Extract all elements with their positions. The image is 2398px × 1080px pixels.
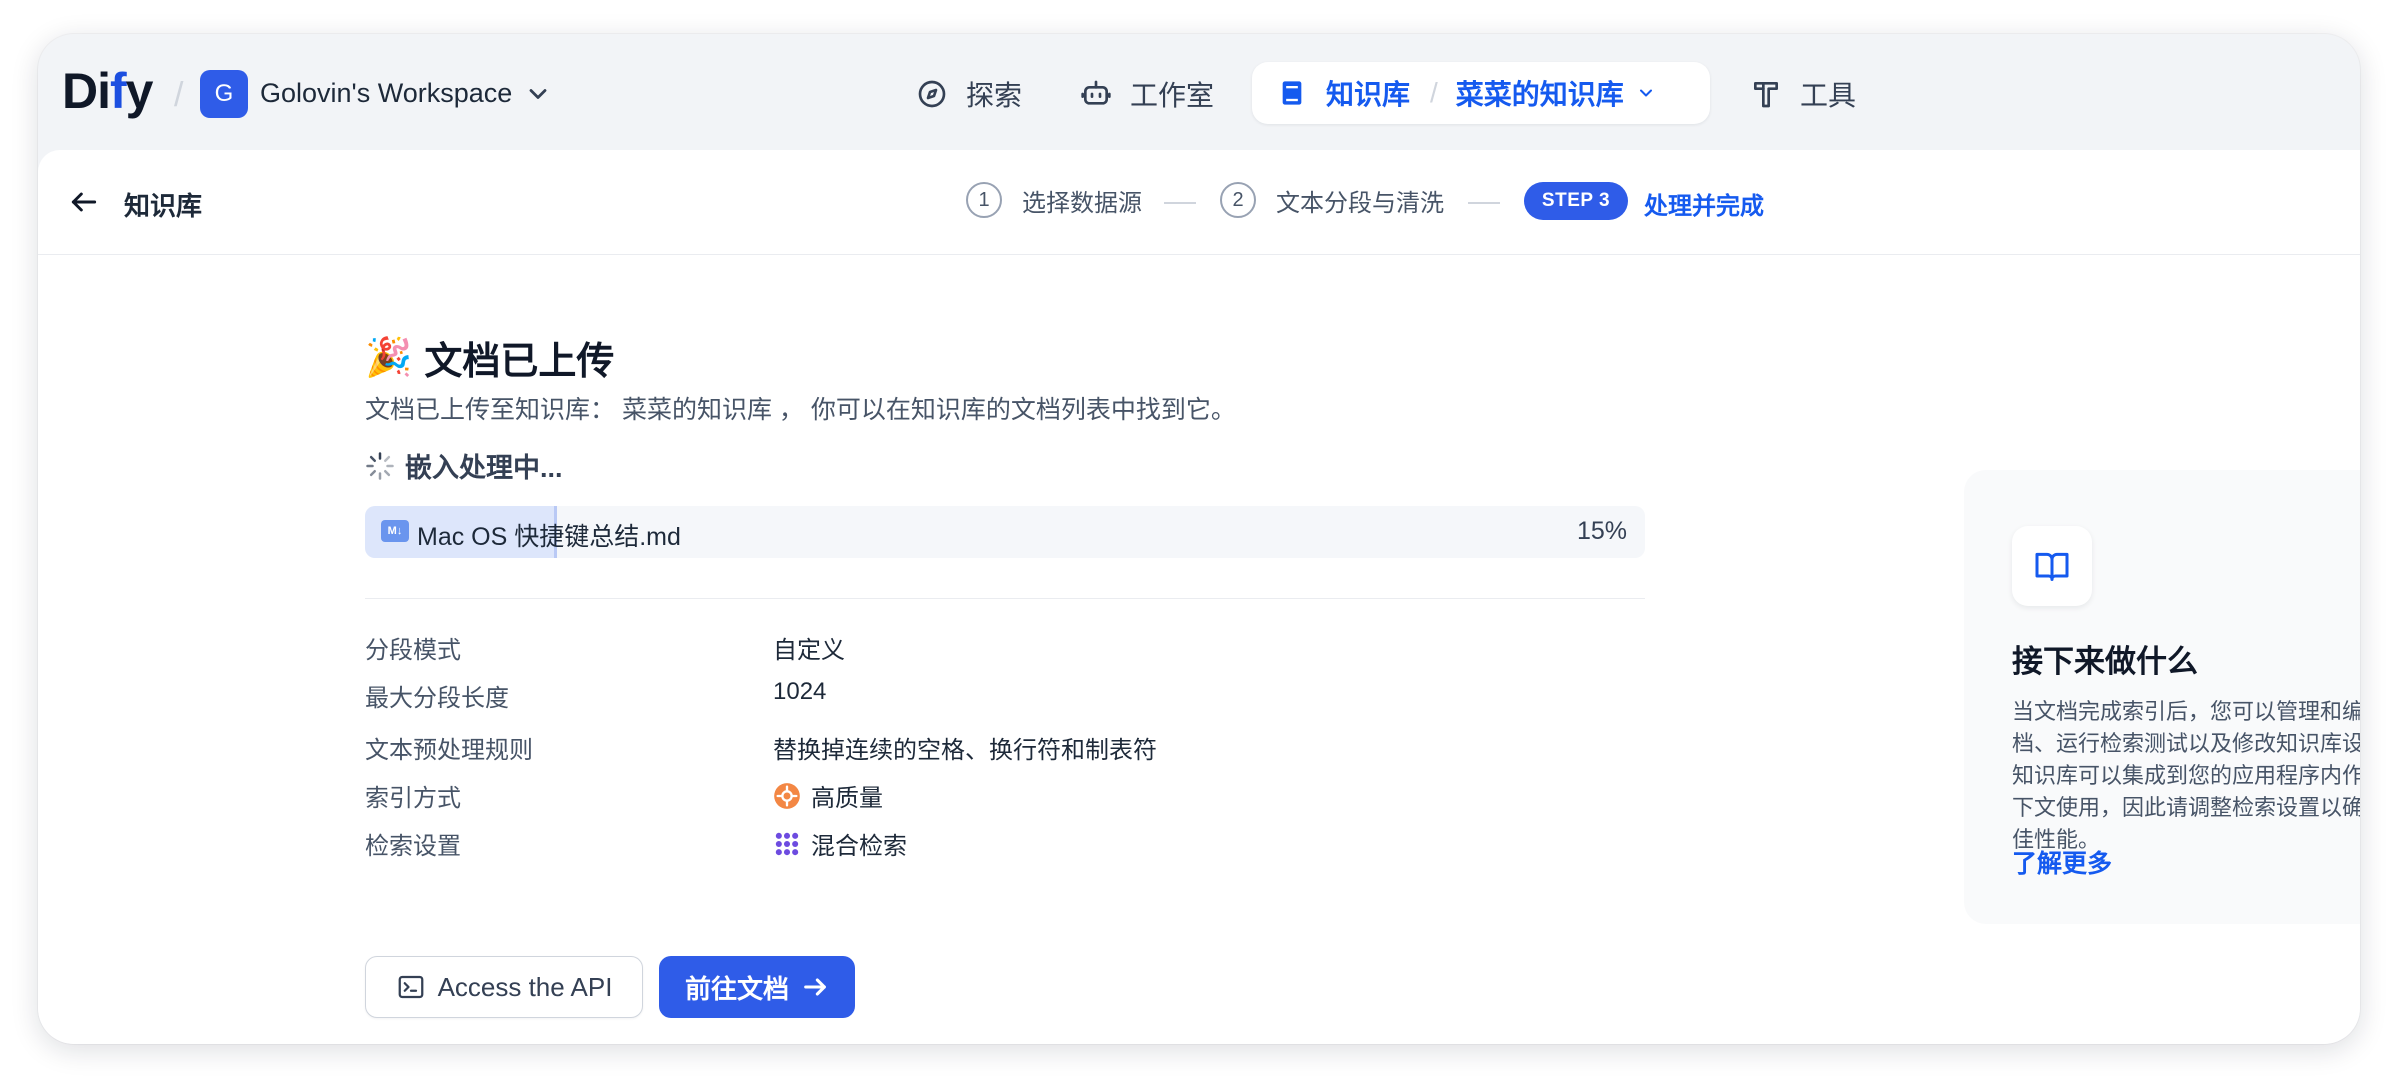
- nav-knowledge-label: 知识库: [1326, 79, 1411, 110]
- step-1: 1 选择数据源: [966, 182, 1142, 218]
- step-3-label: 处理并完成: [1644, 193, 1764, 220]
- access-api-label: Access the API: [437, 971, 613, 1002]
- info-label: 文本预处理规则: [365, 737, 533, 764]
- dify-logo[interactable]: Dify: [62, 62, 154, 120]
- info-value-text: 混合检索: [811, 833, 907, 860]
- divider: [365, 598, 1645, 599]
- info-value: 1024: [773, 678, 826, 706]
- file-name: Mac OS 快捷键总结.md: [417, 523, 681, 551]
- learn-more-link[interactable]: 了解更多: [2012, 844, 2112, 880]
- nav-knowledge[interactable]: 知识库 / 菜菜的知识库: [1252, 62, 1710, 124]
- step-2-label: 文本分段与清洗: [1276, 189, 1444, 217]
- page-title: 🎉 文档已上传: [365, 330, 614, 385]
- embedding-status-text: 嵌入处理中...: [405, 453, 563, 483]
- hammer-icon: [1754, 82, 1778, 108]
- go-to-documents-button[interactable]: 前往文档: [659, 956, 855, 1018]
- app-window: Dify / G Golovin's Workspace 探索 工作室 知识库 …: [38, 34, 2360, 1044]
- workspace-name[interactable]: Golovin's Workspace: [260, 78, 512, 109]
- nav-separator: /: [1430, 77, 1438, 108]
- markdown-file-icon: M↓: [381, 520, 409, 542]
- logo-text-accent: f: [110, 63, 127, 119]
- arrow-right-icon: [804, 978, 826, 996]
- nav-explore-label: 探索: [966, 80, 1023, 111]
- embedding-status: 嵌入处理中...: [365, 446, 563, 485]
- page-title-text: 文档已上传: [424, 341, 615, 383]
- current-dataset-name[interactable]: 菜菜的知识库: [1456, 73, 1624, 113]
- info-value: 自定义: [773, 630, 845, 665]
- workspace-avatar[interactable]: G: [200, 70, 248, 118]
- go-to-documents-label: 前往文档: [684, 973, 789, 1004]
- chevron-down-icon[interactable]: [1636, 83, 1656, 103]
- nav-tools[interactable]: 工具: [1750, 72, 1856, 116]
- info-label: 分段模式: [365, 637, 461, 664]
- step-header: 知识库 1 选择数据源 2 文本分段与清洗 STEP 3 处理并完成: [38, 150, 2360, 255]
- upload-subtitle: 文档已上传至知识库： 菜菜的知识库 ， 你可以在知识库的文档列表中找到它。: [365, 396, 1236, 424]
- main-panel: 知识库 1 选择数据源 2 文本分段与清洗 STEP 3 处理并完成 🎉 文档已…: [38, 150, 2360, 1044]
- nav-explore[interactable]: 探索: [916, 72, 1022, 116]
- back-to-knowledge[interactable]: 知识库: [124, 186, 202, 223]
- step-3-badge: STEP 3: [1524, 182, 1628, 220]
- book-icon: [1282, 81, 1302, 105]
- info-label: 检索设置: [365, 833, 461, 860]
- side-icon-box: [2012, 526, 2092, 606]
- header-separator: /: [174, 76, 184, 114]
- logo-text-tail: y: [125, 63, 154, 119]
- chevron-down-icon[interactable]: [524, 80, 552, 108]
- step-1-label: 选择数据源: [1022, 189, 1142, 217]
- arrow-left-icon[interactable]: [68, 186, 100, 218]
- step-connector: [1468, 202, 1500, 204]
- next-steps-title: 接下来做什么: [2012, 644, 2198, 679]
- nav-studio[interactable]: 工作室: [1080, 72, 1214, 116]
- file-progress-percent: 15%: [1576, 517, 1627, 545]
- party-popper-icon: 🎉: [365, 336, 413, 379]
- info-value-text: 替换掉连续的空格、换行符和制表符: [773, 737, 1157, 764]
- logo-text-main: Di: [62, 63, 111, 119]
- step-connector: [1164, 202, 1196, 204]
- step-1-number: 1: [966, 182, 1002, 218]
- next-steps-description: 当文档完成索引后，您可以管理和编辑文档、运行检索测试以及修改知识库设置。知识库可…: [2012, 699, 2360, 852]
- info-value-text: 1024: [773, 678, 827, 705]
- open-book-icon: [2035, 552, 2069, 581]
- info-value: 混合检索: [773, 826, 907, 861]
- robot-icon: [1081, 80, 1111, 105]
- high-quality-icon: [774, 782, 800, 809]
- info-value: 高质量: [773, 778, 883, 813]
- nav-tools-label: 工具: [1800, 80, 1857, 111]
- access-api-button[interactable]: Access the API: [365, 956, 643, 1018]
- nav-studio-label: 工作室: [1130, 80, 1215, 111]
- info-value-text: 自定义: [773, 637, 845, 664]
- next-steps-card: 接下来做什么 当文档完成索引后，您可以管理和编辑文档、运行检索测试以及修改知识库…: [1964, 470, 2360, 924]
- info-label: 索引方式: [365, 785, 461, 812]
- info-value-text: 高质量: [811, 785, 883, 812]
- step-2-number: 2: [1220, 182, 1256, 218]
- compass-icon: [918, 80, 946, 108]
- terminal-icon: [398, 975, 423, 999]
- step-2: 2 文本分段与清洗: [1220, 182, 1444, 218]
- loading-spinner-icon: [366, 451, 394, 480]
- info-value: 替换掉连续的空格、换行符和制表符: [773, 730, 1157, 765]
- hybrid-search-icon: [775, 832, 799, 855]
- top-bar: Dify / G Golovin's Workspace 探索 工作室 知识库 …: [38, 34, 2360, 150]
- info-label: 最大分段长度: [365, 685, 509, 712]
- file-progress-row: M↓ Mac OS 快捷键总结.md 15%: [365, 506, 1645, 558]
